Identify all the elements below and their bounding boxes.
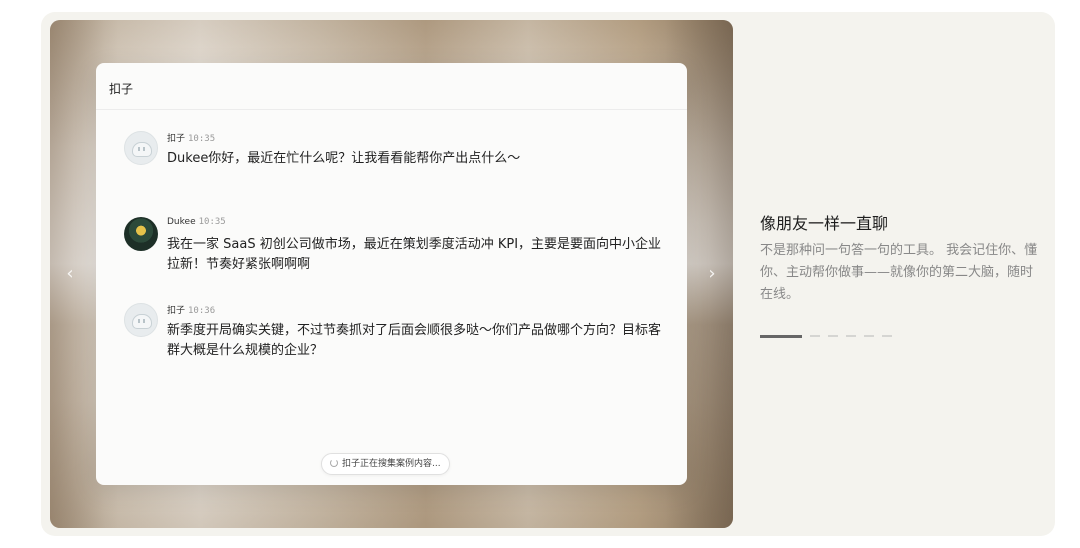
chevron-left-icon[interactable]: ‹ <box>62 262 78 286</box>
message-time: 10:36 <box>188 306 216 316</box>
message-meta: 扣子 10:36 <box>167 303 215 316</box>
carousel-dot[interactable] <box>810 335 820 337</box>
bot-avatar-icon <box>124 131 158 165</box>
message-text: Dukee你好，最近在忙什么呢？让我看看能帮你产出点什么～ <box>167 151 521 166</box>
message-text: 新季度开局确实关键，不过节奏抓对了后面会顺很多哒～你们产品做哪个方向？目标客群大… <box>167 323 662 358</box>
bot-avatar-icon <box>124 303 158 337</box>
carousel-dot[interactable] <box>846 335 856 337</box>
carousel-dot[interactable] <box>828 335 838 337</box>
message-sender: 扣子 <box>167 306 186 316</box>
carousel-dot[interactable] <box>864 335 874 337</box>
chat-window: 扣子 扣子 10:35 Dukee你好，最近在忙什么呢？让我看看能帮你产出点什么～… <box>96 63 687 485</box>
message-time: 10:35 <box>188 134 216 144</box>
feature-description: 不是那种问一句答一句的工具。 我会记住你、懂你、主动帮你做事——就像你的第二大脑… <box>760 243 1038 302</box>
chat-title: 扣子 <box>96 63 687 110</box>
feature-title: 像朋友一样一直聊 <box>760 214 889 233</box>
loading-spinner-icon <box>330 459 338 467</box>
message-meta: 扣子 10:35 <box>167 131 215 144</box>
chevron-right-icon[interactable]: › <box>704 262 720 286</box>
carousel-dot[interactable] <box>760 335 802 338</box>
message-text: 我在一家 SaaS 初创公司做市场，最近在策划季度活动冲 KPI，主要是要面向中… <box>167 237 662 272</box>
user-avatar <box>124 217 158 251</box>
message-time: 10:35 <box>198 217 226 227</box>
status-text: 扣子正在搜集案例内容... <box>342 459 441 469</box>
message-meta: Dukee 10:35 <box>167 217 226 227</box>
carousel-dot[interactable] <box>882 335 892 337</box>
message-sender: 扣子 <box>167 134 186 144</box>
message-sender: Dukee <box>167 217 196 227</box>
status-indicator: 扣子正在搜集案例内容... <box>321 453 450 475</box>
